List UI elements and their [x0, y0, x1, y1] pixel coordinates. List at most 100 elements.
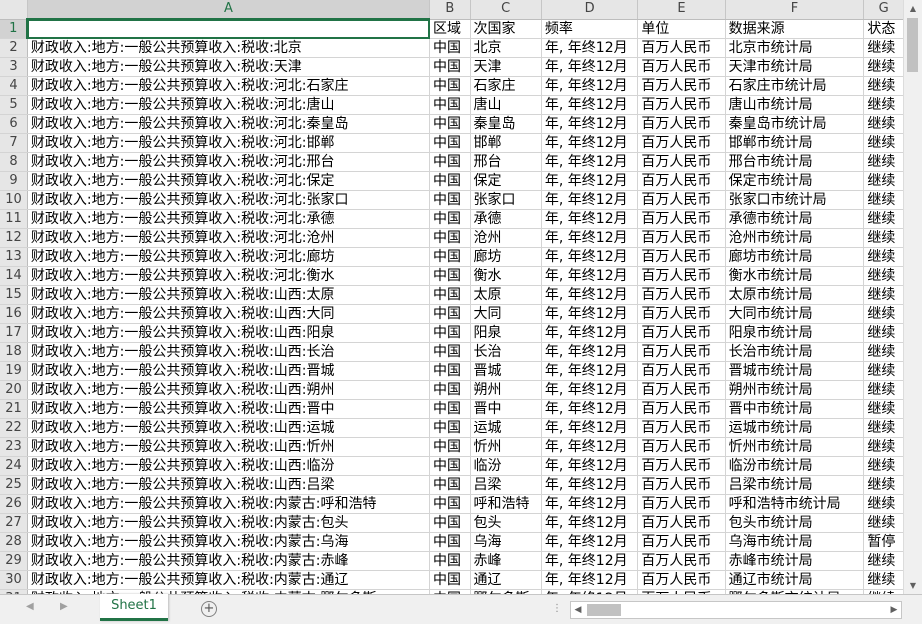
- row-header[interactable]: 7: [0, 133, 28, 153]
- cell-source[interactable]: 北京市统计局: [725, 38, 865, 58]
- cell-frequency[interactable]: 年, 年终12月: [541, 38, 639, 58]
- horizontal-scroll-thumb[interactable]: [587, 604, 621, 616]
- cell-subnational[interactable]: 邢台: [470, 152, 542, 172]
- cell-status[interactable]: 继续: [863, 152, 904, 172]
- cell-indicator[interactable]: 财政收入:地方:一般公共预算收入:税收:山西:临汾: [27, 456, 431, 476]
- cell-subnational[interactable]: 忻州: [470, 437, 542, 457]
- cell-source[interactable]: 晋城市统计局: [725, 361, 865, 381]
- cell-source[interactable]: 乌海市统计局: [725, 532, 865, 552]
- cell-region[interactable]: 中国: [429, 76, 471, 96]
- cell-unit[interactable]: 百万人民币: [637, 228, 726, 248]
- cell-status[interactable]: 继续: [863, 304, 904, 324]
- cell-frequency[interactable]: 年, 年终12月: [541, 209, 639, 229]
- cell-region[interactable]: 中国: [429, 38, 471, 58]
- cell-frequency[interactable]: 年, 年终12月: [541, 114, 639, 134]
- row-header[interactable]: 10: [0, 190, 28, 210]
- row-header[interactable]: 27: [0, 513, 28, 533]
- cell-frequency[interactable]: 年, 年终12月: [541, 437, 639, 457]
- cell-source[interactable]: 承德市统计局: [725, 209, 865, 229]
- cell-source[interactable]: 通辽市统计局: [725, 570, 865, 590]
- cell-indicator[interactable]: 财政收入:地方:一般公共预算收入:税收:河北:石家庄: [27, 76, 431, 96]
- cell-status[interactable]: 继续: [863, 437, 904, 457]
- cell-frequency[interactable]: 年, 年终12月: [541, 247, 639, 267]
- cell-region[interactable]: 中国: [429, 323, 471, 343]
- cell-region[interactable]: 中国: [429, 266, 471, 286]
- cell-status[interactable]: 继续: [863, 361, 904, 381]
- cell-source[interactable]: 长治市统计局: [725, 342, 865, 362]
- cell-unit[interactable]: 百万人民币: [637, 76, 726, 96]
- cell-source[interactable]: 唐山市统计局: [725, 95, 865, 115]
- cell-indicator[interactable]: 财政收入:地方:一般公共预算收入:税收:山西:晋中: [27, 399, 431, 419]
- row-header[interactable]: 29: [0, 551, 28, 571]
- cell-frequency[interactable]: 年, 年终12月: [541, 266, 639, 286]
- cell-subnational[interactable]: 长治: [470, 342, 542, 362]
- cell-frequency[interactable]: 年, 年终12月: [541, 304, 639, 324]
- cell-subnational[interactable]: 承德: [470, 209, 542, 229]
- row-header[interactable]: 3: [0, 57, 28, 77]
- row-header[interactable]: 15: [0, 285, 28, 305]
- cell-source[interactable]: 太原市统计局: [725, 285, 865, 305]
- column-header[interactable]: G: [863, 0, 904, 20]
- cell-indicator[interactable]: 财政收入:地方:一般公共预算收入:税收:山西:晋城: [27, 361, 431, 381]
- cell-status[interactable]: 继续: [863, 57, 904, 77]
- row-header[interactable]: 4: [0, 76, 28, 96]
- cell-unit[interactable]: 百万人民币: [637, 437, 726, 457]
- cell-unit[interactable]: 百万人民币: [637, 494, 726, 514]
- cell-status[interactable]: 继续: [863, 114, 904, 134]
- row-header[interactable]: 13: [0, 247, 28, 267]
- cell-subnational[interactable]: 邯郸: [470, 133, 542, 153]
- cell-region[interactable]: 中国: [429, 247, 471, 267]
- cell-indicator[interactable]: 财政收入:地方:一般公共预算收入:税收:河北:廊坊: [27, 247, 431, 267]
- cell-status[interactable]: 继续: [863, 247, 904, 267]
- cell-subnational[interactable]: 阳泉: [470, 323, 542, 343]
- cell-header-unit[interactable]: 单位: [637, 19, 726, 39]
- cell-status[interactable]: 继续: [863, 399, 904, 419]
- cell-unit[interactable]: 百万人民币: [637, 285, 726, 305]
- column-header[interactable]: A: [27, 0, 431, 20]
- cell-status[interactable]: 继续: [863, 513, 904, 533]
- cell-status[interactable]: 继续: [863, 38, 904, 58]
- cell-unit[interactable]: 百万人民币: [637, 114, 726, 134]
- cell-subnational[interactable]: 晋中: [470, 399, 542, 419]
- cell-frequency[interactable]: 年, 年终12月: [541, 418, 639, 438]
- cell-unit[interactable]: 百万人民币: [637, 171, 726, 191]
- cell-status[interactable]: 暂停: [863, 532, 904, 552]
- cell-region[interactable]: 中国: [429, 342, 471, 362]
- cell-unit[interactable]: 百万人民币: [637, 532, 726, 552]
- cell-status[interactable]: 继续: [863, 323, 904, 343]
- cell-source[interactable]: 石家庄市统计局: [725, 76, 865, 96]
- cell-source[interactable]: 秦皇岛市统计局: [725, 114, 865, 134]
- cell-status[interactable]: 继续: [863, 209, 904, 229]
- cell-region[interactable]: 中国: [429, 418, 471, 438]
- cell-unit[interactable]: 百万人民币: [637, 551, 726, 571]
- row-header[interactable]: 19: [0, 361, 28, 381]
- cell-subnational[interactable]: 石家庄: [470, 76, 542, 96]
- cell-unit[interactable]: 百万人民币: [637, 57, 726, 77]
- row-header[interactable]: 2: [0, 38, 28, 58]
- row-header[interactable]: 21: [0, 399, 28, 419]
- row-header[interactable]: 17: [0, 323, 28, 343]
- cell-status[interactable]: 继续: [863, 285, 904, 305]
- cell-source[interactable]: 临汾市统计局: [725, 456, 865, 476]
- cell-unit[interactable]: 百万人民币: [637, 209, 726, 229]
- cell-indicator[interactable]: 财政收入:地方:一般公共预算收入:税收:河北:衡水: [27, 266, 431, 286]
- cell-source[interactable]: 沧州市统计局: [725, 228, 865, 248]
- cell-region[interactable]: 中国: [429, 190, 471, 210]
- cell-unit[interactable]: 百万人民币: [637, 323, 726, 343]
- cell-frequency[interactable]: 年, 年终12月: [541, 513, 639, 533]
- cell-frequency[interactable]: 年, 年终12月: [541, 475, 639, 495]
- cell-frequency[interactable]: 年, 年终12月: [541, 570, 639, 590]
- cell-region[interactable]: 中国: [429, 304, 471, 324]
- cell-indicator[interactable]: 财政收入:地方:一般公共预算收入:税收:山西:朔州: [27, 380, 431, 400]
- cell-unit[interactable]: 百万人民币: [637, 247, 726, 267]
- cell-indicator[interactable]: 财政收入:地方:一般公共预算收入:税收:内蒙古:乌海: [27, 532, 431, 552]
- cell-subnational[interactable]: 包头: [470, 513, 542, 533]
- cell-status[interactable]: 继续: [863, 342, 904, 362]
- column-header[interactable]: C: [470, 0, 542, 20]
- cell-subnational[interactable]: 唐山: [470, 95, 542, 115]
- cell-frequency[interactable]: 年, 年终12月: [541, 228, 639, 248]
- cell-indicator[interactable]: 财政收入:地方:一般公共预算收入:税收:北京: [27, 38, 431, 58]
- split-handle-icon[interactable]: ⋮: [552, 603, 562, 614]
- cell-source[interactable]: 朔州市统计局: [725, 380, 865, 400]
- cell-status[interactable]: 继续: [863, 570, 904, 590]
